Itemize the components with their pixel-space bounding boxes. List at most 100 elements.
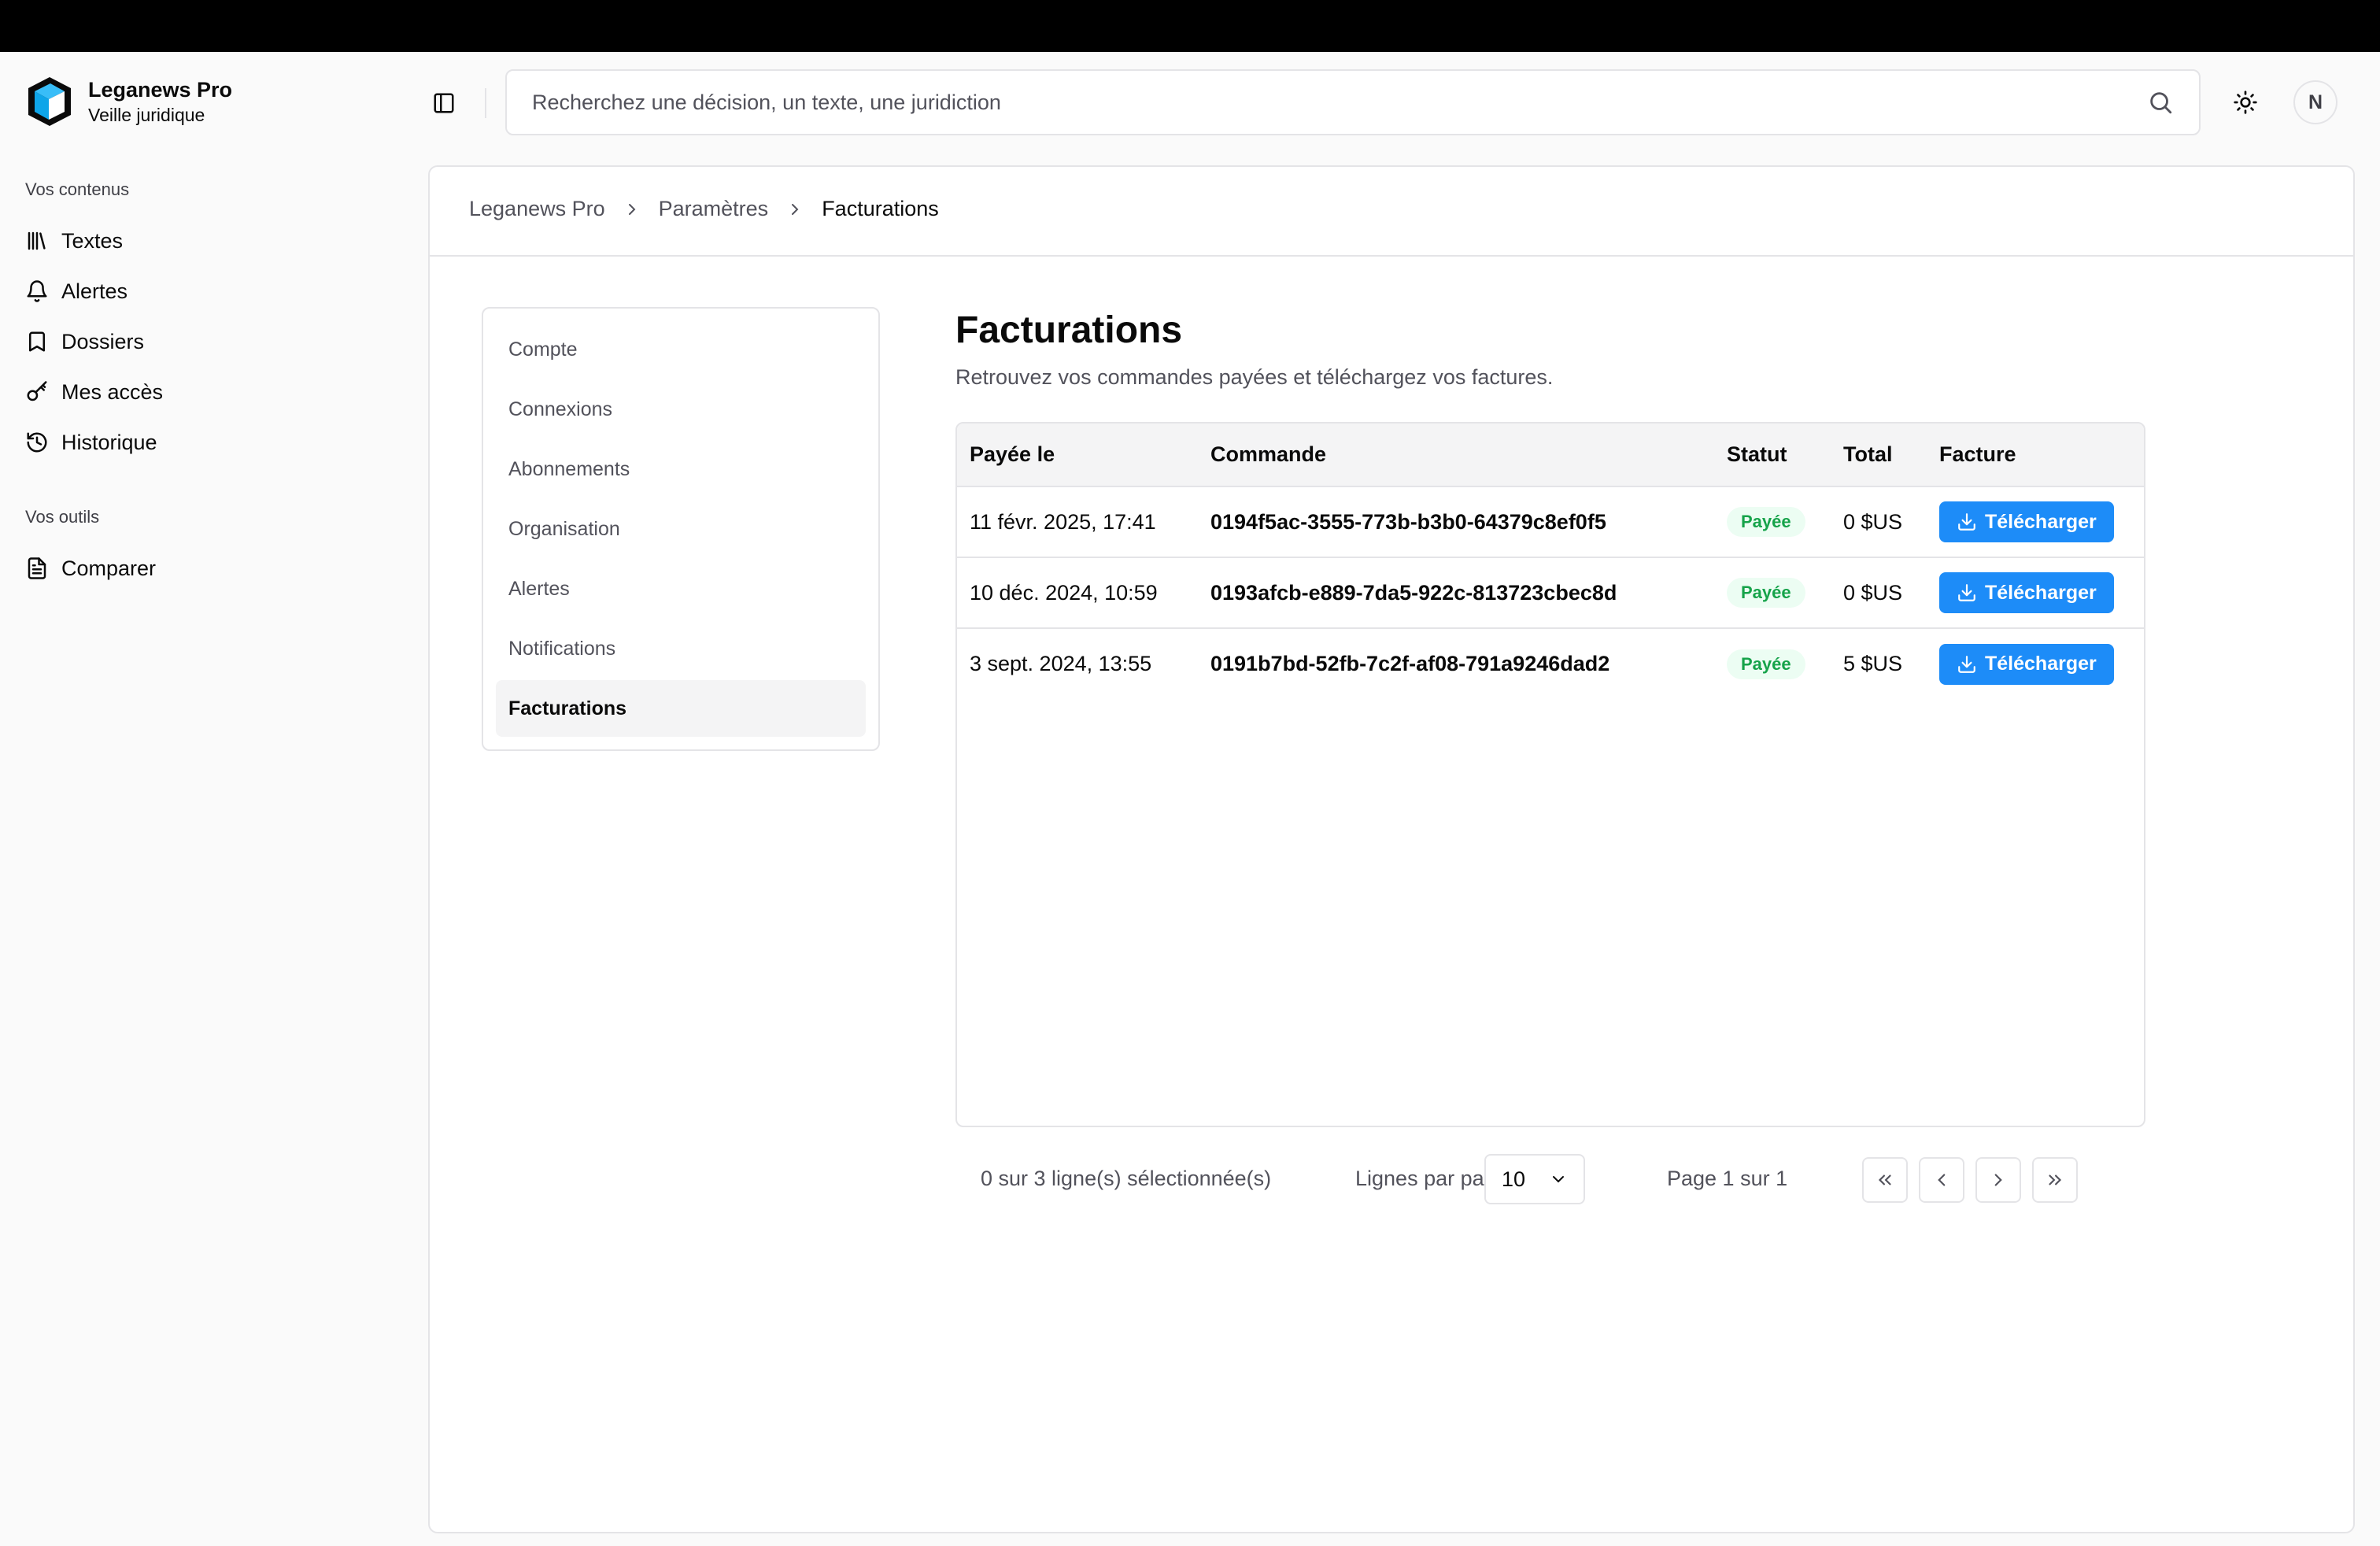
sidebar-item-label: Dossiers	[61, 329, 145, 353]
panel-left-icon	[434, 93, 454, 113]
column-header-order: Commande	[1210, 442, 1327, 466]
sidebar-item-historique[interactable]: Historique	[25, 423, 403, 461]
cell-status: Payée	[1714, 628, 1831, 699]
search-input[interactable]	[532, 90, 2147, 115]
app-name: Leganews Pro	[88, 78, 233, 102]
page-info: Page 1 sur 1	[1667, 1167, 1788, 1190]
search-icon[interactable]	[2147, 89, 2174, 116]
status-badge: Payée	[1727, 649, 1805, 679]
logo-icon	[28, 77, 71, 126]
page-description: Retrouvez vos commandes payées et téléch…	[955, 365, 1554, 389]
theme-toggle-button[interactable]	[2227, 84, 2264, 120]
file-text-icon	[25, 557, 49, 580]
column-header-total: Total	[1843, 442, 1893, 466]
invoices-table: Payée le Commande Statut Total Facture 1…	[955, 422, 2145, 1127]
download-icon	[1958, 513, 1975, 531]
chevron-left-icon	[1938, 1174, 1946, 1186]
sidebar-item-label: Historique	[61, 430, 157, 454]
first-page-button[interactable]	[1862, 1157, 1908, 1203]
column-header-date: Payée le	[970, 442, 1055, 466]
history-icon	[25, 431, 49, 454]
bell-icon	[25, 279, 49, 303]
breadcrumb: Leganews Pro Paramètres Facturations	[469, 197, 939, 221]
rows-per-page-value: 10	[1502, 1167, 1526, 1191]
cell-status: Payée	[1714, 557, 1831, 628]
sidebar-item-mes-acces[interactable]: Mes accès	[25, 373, 403, 411]
sidebar-item-label: Alertes	[61, 279, 128, 303]
cell-order: 0191b7bd-52fb-7c2f-af08-791a9246dad2	[1210, 652, 1610, 675]
status-badge: Payée	[1727, 578, 1805, 608]
sidebar: Leganews Pro Veille juridique Vos conten…	[0, 52, 425, 1546]
table-pagination: 0 sur 3 ligne(s) sélectionnée(s) Lignes …	[981, 1154, 2145, 1206]
settings-nav: Compte Connexions Abonnements Organisati…	[482, 307, 880, 751]
download-invoice-button[interactable]: Télécharger	[1939, 501, 2114, 542]
sidebar-item-comparer[interactable]: Comparer	[25, 549, 403, 587]
nav-group-title-contenus: Vos contenus	[25, 179, 130, 199]
header-divider	[485, 88, 486, 118]
table-header-row: Payée le Commande Statut Total Facture	[957, 423, 2144, 486]
cell-date: 11 févr. 2025, 17:41	[970, 509, 1156, 534]
cell-status: Payée	[1714, 486, 1831, 557]
search-bar[interactable]	[505, 69, 2201, 135]
chevrons-right-icon	[2049, 1174, 2062, 1185]
window-top-bar	[0, 0, 2380, 52]
settings-item-connexions[interactable]: Connexions	[496, 381, 866, 438]
sidebar-item-alertes[interactable]: Alertes	[25, 272, 403, 310]
key-icon	[25, 380, 49, 404]
previous-page-button[interactable]	[1919, 1157, 1964, 1203]
download-button-label: Télécharger	[1985, 581, 2097, 604]
settings-item-organisation[interactable]: Organisation	[496, 501, 866, 557]
download-icon	[1958, 655, 1975, 673]
sidebar-item-label: Mes accès	[61, 379, 164, 404]
cell-invoice: Télécharger	[1927, 486, 2144, 557]
brand[interactable]: Leganews Pro Veille juridique	[27, 76, 232, 128]
download-invoice-button[interactable]: Télécharger	[1939, 572, 2114, 613]
sidebar-item-dossiers[interactable]: Dossiers	[25, 323, 403, 361]
column-header-invoice: Facture	[1939, 442, 2016, 466]
download-button-label: Télécharger	[1985, 653, 2097, 675]
chevron-right-icon	[784, 198, 806, 220]
cell-invoice: Télécharger	[1927, 557, 2144, 628]
library-icon	[25, 229, 49, 253]
cell-total: 0 $US	[1843, 580, 1903, 605]
cell-total: 5 $US	[1843, 652, 1903, 675]
table-row: 3 sept. 2024, 13:55 0191b7bd-52fb-7c2f-a…	[957, 628, 2144, 699]
settings-item-compte[interactable]: Compte	[496, 321, 866, 378]
chevrons-left-icon	[1878, 1174, 1891, 1185]
table-row: 11 févr. 2025, 17:41 0194f5ac-3555-773b-…	[957, 486, 2144, 557]
chevron-right-icon	[1994, 1174, 2002, 1186]
breadcrumb-divider	[430, 255, 2353, 257]
settings-item-alertes[interactable]: Alertes	[496, 560, 866, 617]
next-page-button[interactable]	[1975, 1157, 2021, 1203]
page-title: Facturations	[955, 309, 1183, 351]
download-button-label: Télécharger	[1985, 510, 2097, 533]
chevron-down-icon	[1553, 1176, 1564, 1183]
sidebar-toggle-button[interactable]	[428, 87, 460, 119]
breadcrumb-item-current: Facturations	[822, 197, 939, 220]
sidebar-item-textes[interactable]: Textes	[25, 222, 403, 260]
cell-total: 0 $US	[1843, 509, 1903, 534]
breadcrumb-item-settings[interactable]: Paramètres	[659, 197, 769, 221]
settings-item-notifications[interactable]: Notifications	[496, 620, 866, 677]
status-badge: Payée	[1727, 507, 1805, 537]
app-subtitle: Veille juridique	[88, 105, 205, 125]
sidebar-item-label: Textes	[61, 228, 124, 253]
column-header-status: Statut	[1727, 442, 1787, 466]
main-panel: Leganews Pro Paramètres Facturations Com…	[428, 165, 2355, 1533]
selected-rows-count: 0 sur 3 ligne(s) sélectionnée(s)	[981, 1167, 1272, 1190]
settings-item-abonnements[interactable]: Abonnements	[496, 441, 866, 497]
avatar[interactable]: N	[2293, 80, 2338, 124]
download-invoice-button[interactable]: Télécharger	[1939, 643, 2114, 685]
cell-order: 0194f5ac-3555-773b-b3b0-64379c8ef0f5	[1210, 509, 1606, 534]
breadcrumb-item-home[interactable]: Leganews Pro	[469, 197, 605, 221]
cell-date: 10 déc. 2024, 10:59	[970, 580, 1158, 605]
last-page-button[interactable]	[2032, 1157, 2078, 1203]
download-icon	[1958, 584, 1975, 601]
nav-group-title-outils: Vos outils	[25, 507, 100, 527]
cell-date: 3 sept. 2024, 13:55	[970, 652, 1152, 675]
settings-item-facturations[interactable]: Facturations	[496, 680, 866, 737]
rows-per-page-select[interactable]: 10	[1484, 1154, 1585, 1204]
cell-order: 0193afcb-e889-7da5-922c-813723cbec8d	[1210, 580, 1617, 605]
table-row: 10 déc. 2024, 10:59 0193afcb-e889-7da5-9…	[957, 557, 2144, 628]
sidebar-item-label: Comparer	[61, 556, 157, 580]
